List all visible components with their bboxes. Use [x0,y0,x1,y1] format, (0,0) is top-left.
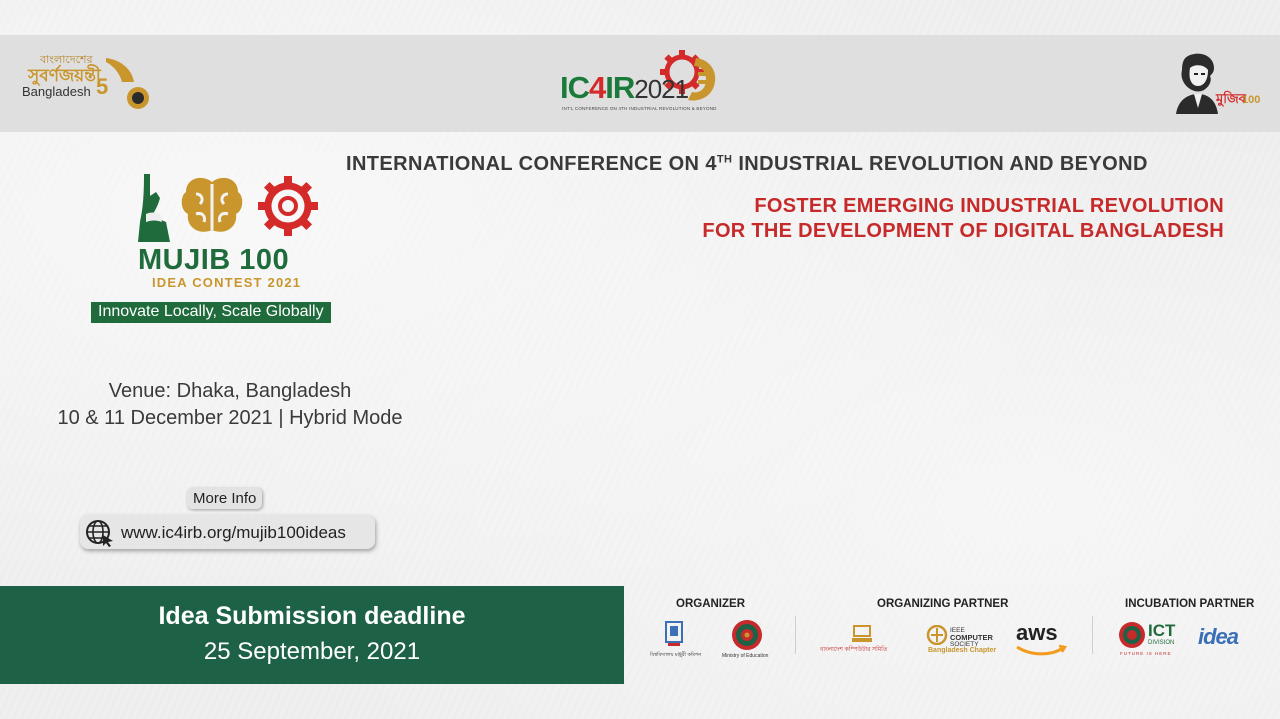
golden-jubilee-logo: বাংলাদেশের সুবর্ণজয়ন্তী Bangladesh 5 [18,50,158,120]
venue-text: Venue: Dhaka, Bangladesh [108,380,352,402]
contest-subtitle: IDEA CONTEST 2021 [152,275,302,290]
aws-smile-icon [1016,644,1067,656]
organizer-label: ORGANIZER [676,598,745,610]
ic4ir-wordmark: IC4IR2021 [560,70,689,105]
jubilee-50-emblem-icon: 5 [96,58,149,109]
ic4ir-logo: IC4IR2021 INT'L CONFERENCE ON 4TH INDUST… [560,48,725,118]
bcs-logo-icon [852,625,872,642]
ict-footer-text: FUTURE IS HERE [1120,651,1172,656]
ict-logo-text: ICT [1148,621,1176,640]
ugc-caption: বিশ্ববিদ্যালয় মঞ্জুরী কমিশন [650,652,702,658]
deadline-banner: Idea Submission deadline 25 September, 2… [0,586,624,684]
mujib-borsho-logo: মুজিব 100 [1170,50,1265,120]
ieee-chapter: Bangladesh Chapter [928,647,997,654]
ic4ir-subtitle: INT'L CONFERENCE ON 4TH INDUSTRIAL REVOL… [562,106,717,111]
conference-title: INTERNATIONAL CONFERENCE ON 4TH INDUSTRI… [346,153,1148,175]
idea-logo-text: idea [1198,624,1239,649]
mujib100-idea-contest-logo: MUJIB 100 IDEA CONTEST 2021 Innovate Loc… [90,165,365,325]
incubation-partner-label: INCUBATION PARTNER [1125,598,1255,610]
govt-seal-icon [732,620,762,650]
ieee-cs-text: IEEE COMPUTER SOCIETY [950,627,993,648]
contest-title: MUJIB 100 [138,244,290,276]
deadline-date: 25 September, 2021 [203,638,421,665]
ieee-cs-logo-icon [926,625,948,645]
globe-icon [86,520,113,547]
tagline-line1: FOSTER EMERGING INDUSTRIAL REVOLUTION [754,195,1224,217]
mujib-100-text: 100 [1242,94,1261,106]
website-link[interactable]: www.ic4irb.org/mujib100ideas [80,515,375,549]
aws-logo-text: aws [1016,620,1058,645]
website-url[interactable]: www.ic4irb.org/mujib100ideas [121,523,346,543]
jubilee-country: Bangladesh [22,84,91,99]
tagline-line2: FOR THE DEVELOPMENT OF DIGITAL BANGLADES… [702,220,1224,242]
bcs-caption: বাংলাদেশ কম্পিউটার সমিতি [820,647,888,653]
dates-text: 10 & 11 December 2021 | Hybrid Mode [57,407,403,429]
jubilee-number: 5 [96,74,108,99]
ugc-logo-icon [665,621,683,646]
contest-emblem-icon [138,174,318,242]
ict-division-text: DIVISION [1148,640,1175,646]
contest-slogan: Innovate Locally, Scale Globally [91,302,331,323]
divider [1092,616,1093,654]
more-info-label: More Info [187,488,263,509]
govt-seal-icon [1119,622,1145,648]
deadline-label: Idea Submission deadline [158,602,466,630]
divider [795,616,796,654]
moe-caption: Ministry of Education [722,653,769,659]
tagline: FOSTER EMERGING INDUSTRIAL REVOLUTION FO… [702,194,1224,244]
organizing-partner-label: ORGANIZING PARTNER [877,598,1009,610]
event-details: Venue: Dhaka, Bangladesh 10 & 11 Decembe… [40,378,420,432]
